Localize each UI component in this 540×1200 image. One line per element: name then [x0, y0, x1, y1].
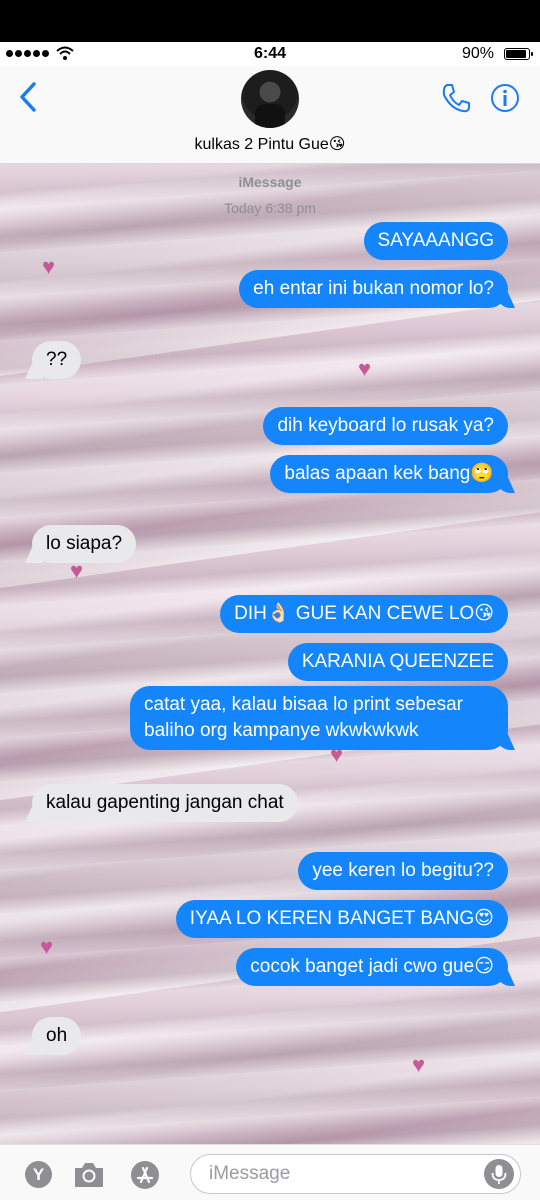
battery-level [506, 50, 526, 58]
heart-decoration: ♥ [40, 934, 54, 959]
message-input[interactable] [190, 1154, 521, 1194]
heart-decoration: ♥ [412, 1052, 426, 1077]
info-icon[interactable] [490, 83, 520, 113]
heart-decoration: ♥ [358, 356, 372, 381]
heart-decoration: ♥ [42, 254, 56, 279]
outgoing-message[interactable]: IYAA LO KEREN BANGET BANG😍 [175, 900, 508, 938]
contact-name[interactable]: kulkas 2 Pintu Gue😘 [0, 134, 540, 154]
phone-icon[interactable] [440, 82, 472, 114]
incoming-message[interactable]: oh [32, 1017, 82, 1055]
status-time: 6:44 [253, 45, 287, 62]
chevron-left-icon[interactable] [14, 80, 44, 114]
outgoing-message[interactable]: yee keren lo begitu?? [298, 852, 508, 890]
conversation-header: kulkas 2 Pintu Gue😘 [0, 66, 540, 164]
message-thread[interactable]: iMessage Today 6:38 pm ♥ ♥ ♥ ♥ ♥ ♥ SAYAA… [0, 164, 540, 1144]
contact-avatar[interactable] [241, 70, 299, 128]
top-bezel [0, 0, 540, 42]
incoming-message[interactable]: lo siapa? [32, 525, 137, 563]
outgoing-message[interactable]: eh entar ini bukan nomor lo? [239, 270, 508, 308]
outgoing-message[interactable]: catat yaa, kalau bisaa lo print sebesar … [130, 686, 508, 750]
outgoing-message[interactable]: cocok banget jadi cwo gue😏 [236, 948, 508, 986]
camera-icon[interactable] [72, 1160, 106, 1190]
app-store-icon[interactable] [130, 1160, 160, 1190]
outgoing-message[interactable]: DIH👌🏻 GUE KAN CEWE LO😘 [220, 595, 508, 633]
compose-bar: Y [0, 1144, 540, 1200]
incoming-message[interactable]: kalau gapenting jangan chat [32, 784, 298, 822]
outgoing-message[interactable]: dih keyboard lo rusak ya? [263, 407, 508, 445]
service-label: iMessage [238, 174, 302, 190]
outgoing-message[interactable]: balas apaan kek bang🙄 [270, 455, 508, 493]
thread-timestamp: Today 6:38 pm [224, 200, 316, 216]
status-bar: 6:44 90% [0, 42, 540, 66]
apps-button[interactable]: Y [25, 1161, 52, 1188]
heart-decoration: ♥ [70, 558, 84, 583]
outgoing-message[interactable]: SAYAAANGG [363, 222, 508, 260]
battery-icon [504, 48, 533, 60]
incoming-message[interactable]: ?? [32, 341, 82, 379]
outgoing-message[interactable]: KARANIA QUEENZEE [287, 643, 508, 681]
battery-percentage: 90% [461, 45, 494, 62]
microphone-icon[interactable] [484, 1159, 514, 1189]
